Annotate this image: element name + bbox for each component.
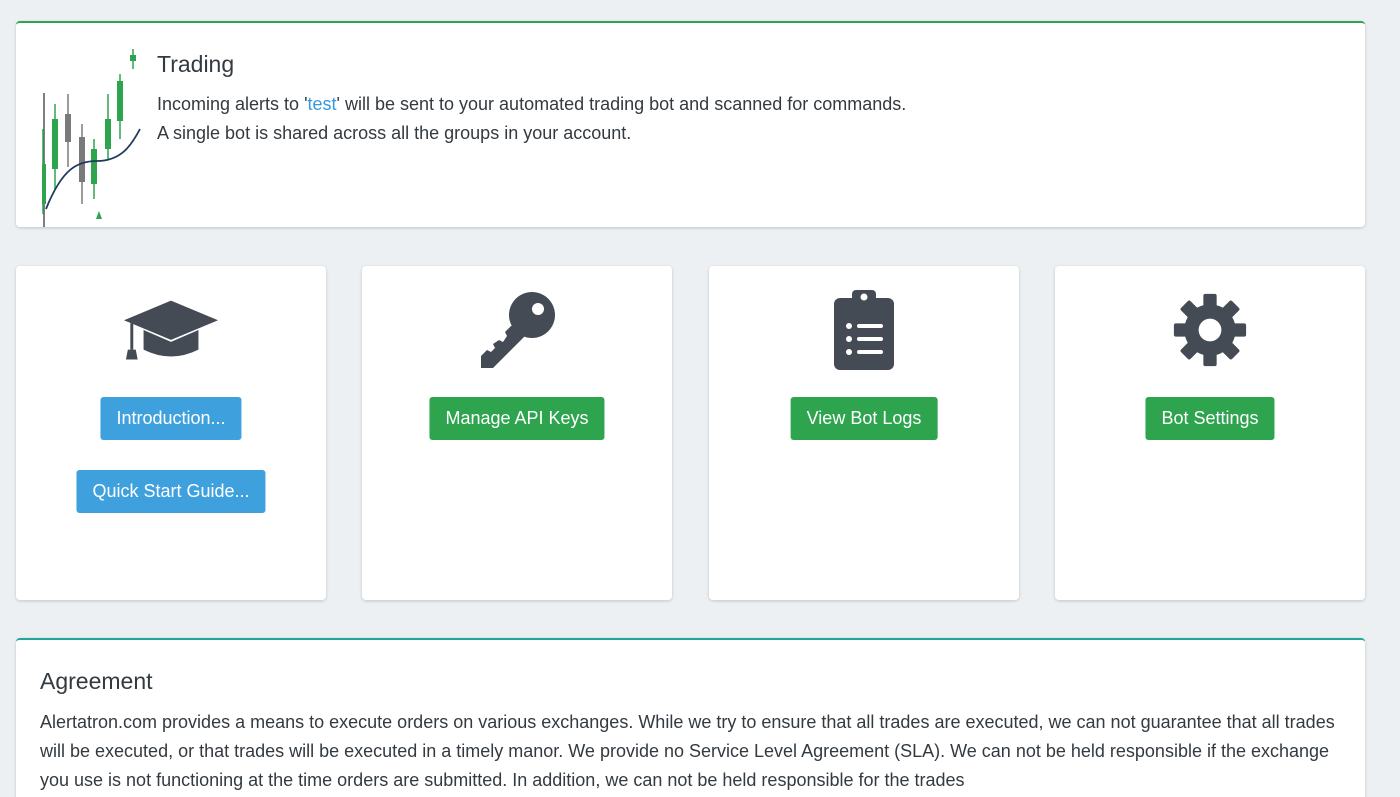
graduation-cap-icon bbox=[123, 300, 219, 360]
quick-start-guide-button[interactable]: Quick Start Guide... bbox=[76, 470, 266, 513]
bot-settings-tile: Bot Settings bbox=[1055, 266, 1365, 600]
agreement-card: Agreement Alertatron.com provides a mean… bbox=[16, 638, 1365, 797]
bot-logs-tile: View Bot Logs bbox=[709, 266, 1019, 600]
clipboard-list-icon bbox=[834, 290, 894, 370]
key-icon bbox=[481, 292, 555, 368]
introduction-button[interactable]: Introduction... bbox=[100, 397, 242, 440]
trading-card: Trading Incoming alerts to 'test' will b… bbox=[16, 21, 1365, 227]
page-title: Trading bbox=[157, 51, 235, 77]
candlestick-chart-icon bbox=[42, 49, 141, 227]
introduction-tile: Introduction... Quick Start Guide... bbox=[16, 266, 326, 600]
group-link[interactable]: test bbox=[308, 94, 337, 114]
trading-note: A single bot is shared across all the gr… bbox=[157, 123, 632, 143]
api-keys-tile: Manage API Keys bbox=[362, 266, 672, 600]
trading-description: Incoming alerts to 'test' will be sent t… bbox=[157, 93, 906, 115]
bot-settings-button[interactable]: Bot Settings bbox=[1145, 397, 1275, 440]
agreement-text: Alertatron.com provides a means to execu… bbox=[40, 712, 1335, 790]
description-suffix: ' will be sent to your automated trading… bbox=[336, 94, 907, 114]
description-prefix: Incoming alerts to ' bbox=[157, 94, 308, 114]
manage-api-keys-button[interactable]: Manage API Keys bbox=[429, 397, 605, 440]
agreement-title: Agreement bbox=[40, 668, 153, 694]
gear-icon bbox=[1173, 293, 1247, 367]
view-bot-logs-button[interactable]: View Bot Logs bbox=[790, 397, 938, 440]
